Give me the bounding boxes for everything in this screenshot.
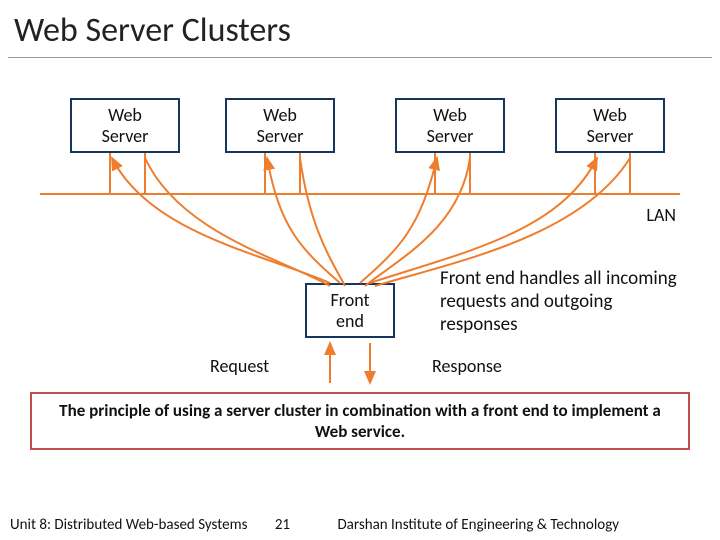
box-label: WebServer xyxy=(257,105,304,146)
slide-title: Web Server Clusters xyxy=(0,0,720,57)
frontend-annotation: Front end handles all incoming requests … xyxy=(440,268,685,336)
box-label: Frontend xyxy=(330,290,369,331)
box-label: WebServer xyxy=(587,105,634,146)
web-server-box-4: WebServer xyxy=(555,98,665,153)
diagram-area: WebServer WebServer WebServer WebServer … xyxy=(0,58,720,388)
footer: Unit 8: Distributed Web-based Systems 21… xyxy=(0,516,720,534)
request-label: Request xyxy=(210,355,269,377)
box-label: WebServer xyxy=(102,105,149,146)
frontend-box: Frontend xyxy=(305,283,395,338)
lan-line xyxy=(40,193,680,195)
footer-institute: Darshan Institute of Engineering & Techn… xyxy=(317,516,710,534)
footer-page-number: 21 xyxy=(247,516,317,534)
web-server-box-3: WebServer xyxy=(395,98,505,153)
web-server-box-2: WebServer xyxy=(225,98,335,153)
response-label: Response xyxy=(432,355,502,377)
footer-unit: Unit 8: Distributed Web-based Systems xyxy=(10,516,247,534)
lan-label: LAN xyxy=(646,204,676,226)
caption-box: The principle of using a server cluster … xyxy=(30,392,690,450)
box-label: WebServer xyxy=(427,105,474,146)
web-server-box-1: WebServer xyxy=(70,98,180,153)
